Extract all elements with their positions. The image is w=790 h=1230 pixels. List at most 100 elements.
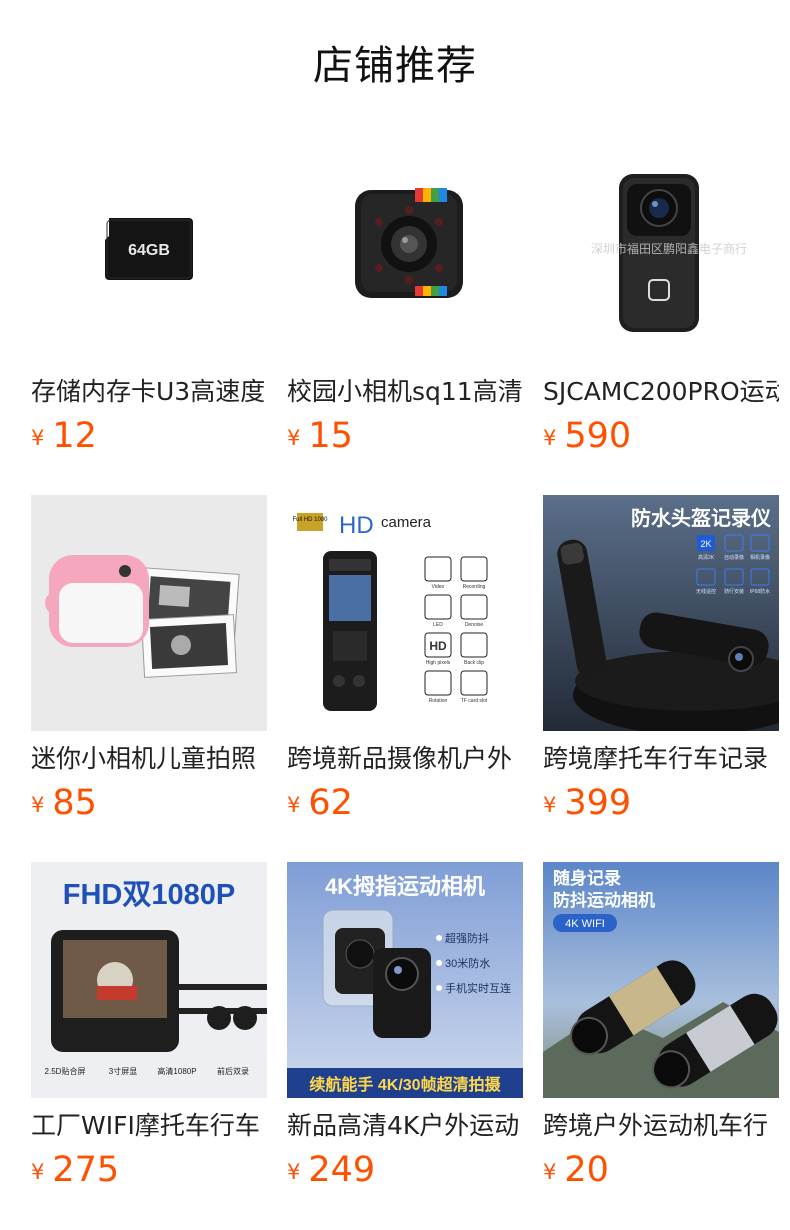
product-card-kids-camera[interactable]: 迷你小相机儿童拍照 ¥85 [31,495,267,831]
currency-symbol: ¥ [287,426,301,450]
product-image[interactable]: FHD双1080P 2.5D贴合屏 3寸屏显 高清1080P 前后双录 [31,862,267,1098]
product-price: ¥85 [31,781,97,825]
svg-text:High pixels: High pixels [426,660,451,666]
product-price: ¥590 [543,414,631,458]
product-image[interactable]: 防水头盔记录仪 2K 高清2K 自动录像 相机录像 无线遥控 骑行安装 IP68… [543,495,779,731]
product-card-sjcam[interactable]: 深圳市福田区鹏阳鑫电子商行 SJCAMC200PRO运动 ¥590 [543,128,779,464]
price-amount: 62 [308,783,353,823]
svg-text:Recording: Recording [463,584,486,590]
product-name[interactable]: 存储内存卡U3高速度 [31,372,267,412]
product-image[interactable] [31,495,267,731]
product-card-helmet-recorder[interactable]: 防水头盔记录仪 2K 高清2K 自动录像 相机录像 无线遥控 骑行安装 IP68… [543,495,779,831]
svg-text:30米防水: 30米防水 [445,956,490,970]
body-camera-icon: Full HD 1080 HD camera Video Recording L… [287,495,523,731]
product-image[interactable]: Full HD 1080 HD camera Video Recording L… [287,495,523,731]
svg-text:高清1080P: 高清1080P [157,1066,196,1076]
product-price: ¥275 [31,1148,119,1192]
product-name[interactable]: 跨境摩托车行车记录 [543,739,779,779]
product-image[interactable]: 深圳市福田区鹏阳鑫电子商行 [543,128,779,364]
currency-symbol: ¥ [31,793,45,817]
kids-camera-icon [31,495,267,731]
price-amount: 275 [52,1150,120,1190]
product-name[interactable]: 新品高清4K户外运动 [287,1106,523,1146]
svg-text:LED: LED [433,622,443,628]
product-image[interactable]: 4K拇指运动相机 超强防抖 30米防水 手机实时互连 续航能手 4K/30帧超清… [287,862,523,1098]
product-image[interactable]: 随身记录 防抖运动相机 4K WIFI [543,862,779,1098]
cube-camera-icon [355,188,463,298]
shop-recommendation-page: 店铺推荐 64GB 存储内存卡U3高速度 ¥12 校园小相机sq11高清 ¥ 1… [0,0,790,1230]
product-card-motorcycle-dvr[interactable]: FHD双1080P 2.5D贴合屏 3寸屏显 高清1080P 前后双录 工厂WI… [31,862,267,1198]
currency-symbol: ¥ [287,1160,301,1184]
svg-text:HD: HD [429,639,447,653]
helmet-recorder-icon: 防水头盔记录仪 2K 高清2K 自动录像 相机录像 无线遥控 骑行安装 IP68… [543,495,779,731]
currency-symbol: ¥ [31,426,45,450]
svg-text:TF card slot: TF card slot [461,698,488,704]
currency-symbol: ¥ [543,426,557,450]
product-name[interactable]: 校园小相机sq11高清 [287,372,523,412]
product-name[interactable]: 跨境户外运动机车行 [543,1106,779,1146]
product-price: ¥20 [543,1148,609,1192]
motorcycle-dvr-icon: FHD双1080P 2.5D贴合屏 3寸屏显 高清1080P 前后双录 [31,862,267,1098]
product-image[interactable] [287,128,523,364]
svg-text:Video: Video [432,584,445,590]
svg-text:前后双录: 前后双录 [217,1066,249,1076]
product-image[interactable]: 64GB [31,128,267,364]
svg-text:4K WIFI: 4K WIFI [565,918,605,930]
svg-text:深圳市福田区鹏阳鑫电子商行: 深圳市福田区鹏阳鑫电子商行 [591,241,747,256]
product-name[interactable]: SJCAMC200PRO运动 [543,372,779,412]
product-card-memory-card[interactable]: 64GB 存储内存卡U3高速度 ¥12 [31,128,267,464]
price-amount: 590 [564,416,632,456]
svg-text:无线遥控: 无线遥控 [696,588,716,595]
svg-text:相机录像: 相机录像 [750,554,770,561]
product-card-body-camera[interactable]: Full HD 1080 HD camera Video Recording L… [287,495,523,831]
svg-text:camera: camera [381,514,432,531]
svg-text:防抖运动相机: 防抖运动相机 [553,890,655,910]
product-card-antishake-camera[interactable]: 随身记录 防抖运动相机 4K WIFI 跨境户外运动机车行 ¥ 20 [543,862,779,1198]
svg-text:超强防抖: 超强防抖 [445,931,489,945]
svg-text:高清2K: 高清2K [698,554,715,561]
svg-text:2.5D贴合屏: 2.5D贴合屏 [45,1066,86,1076]
svg-text:FHD双1080P: FHD双1080P [63,879,235,911]
svg-text:续航能手 4K/30帧超清拍摄: 续航能手 4K/30帧超清拍摄 [309,1075,501,1094]
svg-text:HD: HD [339,512,374,539]
price-amount: 15 [308,416,353,456]
svg-text:64GB: 64GB [128,242,170,259]
svg-text:Full HD 1080: Full HD 1080 [292,517,328,523]
currency-symbol: ¥ [543,793,557,817]
antishake-camera-icon: 随身记录 防抖运动相机 4K WIFI [543,862,779,1098]
product-price: ¥15 [287,414,353,458]
product-name[interactable]: 迷你小相机儿童拍照 [31,739,267,779]
svg-text:2K: 2K [700,539,711,549]
svg-text:IP68防水: IP68防水 [750,588,770,595]
svg-text:自动录像: 自动录像 [724,554,744,561]
price-amount: 20 [564,1150,609,1190]
price-amount: 12 [52,416,97,456]
currency-symbol: ¥ [543,1160,557,1184]
product-price: ¥12 [31,414,97,458]
section-title: 店铺推荐 [313,43,477,89]
currency-symbol: ¥ [287,793,301,817]
product-name[interactable]: 工厂WIFI摩托车行车 [31,1106,267,1146]
price-amount: 249 [308,1150,376,1190]
svg-text:3寸屏显: 3寸屏显 [109,1066,137,1076]
product-price: ¥249 [287,1148,375,1192]
action-camera-icon: 深圳市福田区鹏阳鑫电子商行 [591,174,747,332]
svg-text:随身记录: 随身记录 [553,868,621,888]
currency-symbol: ¥ [31,1160,45,1184]
svg-text:Back clip: Back clip [464,660,484,666]
svg-text:Rotation: Rotation [429,698,448,704]
product-card-thumb-camera[interactable]: 4K拇指运动相机 超强防抖 30米防水 手机实时互连 续航能手 4K/30帧超清… [287,862,523,1198]
svg-text:4K拇指运动相机: 4K拇指运动相机 [325,874,485,899]
product-name[interactable]: 跨境新品摄像机户外 [287,739,523,779]
price-amount: 399 [564,783,632,823]
svg-text:手机实时互连: 手机实时互连 [445,981,511,995]
price-amount: 85 [52,783,97,823]
product-price: ¥62 [287,781,353,825]
product-price: ¥399 [543,781,631,825]
svg-text:Denoise: Denoise [465,622,484,628]
thumb-camera-icon: 4K拇指运动相机 超强防抖 30米防水 手机实时互连 续航能手 4K/30帧超清… [287,862,523,1098]
svg-text:防水头盔记录仪: 防水头盔记录仪 [631,506,772,530]
svg-text:骑行安装: 骑行安装 [724,588,744,595]
memory-card-icon: 64GB [105,218,193,280]
product-card-mini-camera[interactable]: 校园小相机sq11高清 ¥15 [287,128,523,464]
